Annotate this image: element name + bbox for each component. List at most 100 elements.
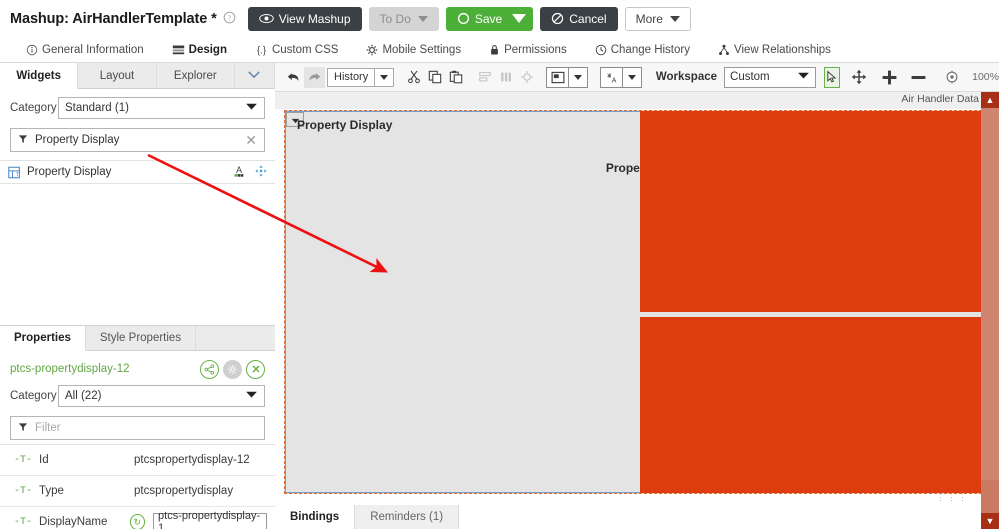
close-icon[interactable]: ✕ <box>245 132 257 149</box>
todo-button[interactable]: To Do <box>368 6 439 31</box>
filter-icon <box>18 422 28 435</box>
canvas-header-strip: Air Handler Data <box>275 92 989 109</box>
bottom-panel-tabs: Bindings Reminders (1) <box>275 505 981 529</box>
property-name: -T- Type <box>14 485 134 497</box>
tab-explorer[interactable]: Explorer <box>156 63 235 88</box>
widget-category-value: Standard (1) <box>65 102 129 114</box>
cancel-button[interactable]: Cancel <box>540 6 618 31</box>
tab-label: Widgets <box>16 69 61 82</box>
widget-name: Property Display <box>27 166 112 178</box>
property-display-widget[interactable]: Property Display Properties <box>284 110 987 494</box>
widget-category-select[interactable]: Standard (1) <box>58 97 265 119</box>
data-block-upper[interactable] <box>640 111 986 312</box>
save-button[interactable]: Save <box>445 6 534 31</box>
distribute-icon <box>495 67 516 88</box>
tab-bindings[interactable]: Bindings <box>275 505 356 529</box>
scrollbar-thumb[interactable] <box>981 108 999 480</box>
pan-move-icon[interactable] <box>848 67 869 88</box>
save-dropdown-chevron-icon[interactable] <box>512 14 527 23</box>
tab-change-history[interactable]: Change History <box>581 37 704 63</box>
tab-view-relationships[interactable]: View Relationships <box>704 37 845 63</box>
widget-search-input[interactable]: Property Display ✕ <box>10 128 265 152</box>
chevron-down-icon <box>797 71 810 83</box>
redo-icon[interactable] <box>304 66 325 88</box>
gear-icon[interactable] <box>223 359 242 379</box>
zoom-out-icon[interactable] <box>908 67 929 88</box>
save-circle-icon <box>457 12 470 25</box>
tab-label: Mobile Settings <box>382 44 462 56</box>
property-category-value: All (22) <box>65 390 102 402</box>
view-mashup-label: View Mashup <box>278 11 351 26</box>
layout-dropdown[interactable] <box>546 66 589 88</box>
property-category-row: Category All (22) <box>10 385 265 407</box>
left-panel-more-button[interactable] <box>234 63 275 88</box>
svg-text:T: T <box>16 172 20 178</box>
table-row[interactable]: -T- Id ptcspropertydisplay-12 <box>0 445 275 476</box>
canvas-vertical-scrollbar[interactable]: ▲ ▼ <box>981 92 999 529</box>
tab-permissions[interactable]: Permissions <box>475 37 581 63</box>
view-mashup-button[interactable]: View Mashup <box>247 6 362 31</box>
tab-reminders[interactable]: Reminders (1) <box>355 505 460 529</box>
help-circle-icon[interactable]: ? <box>223 11 236 27</box>
chevron-down-icon[interactable] <box>374 68 393 86</box>
braces-icon: {.} <box>255 44 268 56</box>
tab-widgets[interactable]: Widgets <box>0 63 79 89</box>
font-color-icon[interactable]: A <box>232 164 246 181</box>
move-icon[interactable] <box>255 164 267 180</box>
widget-title: Property Display <box>297 118 393 132</box>
properties-panel-tabs: Properties Style Properties <box>0 326 275 351</box>
properties-panel: Properties Style Properties ptcs-propert… <box>0 325 275 529</box>
close-icon[interactable] <box>246 359 265 379</box>
history-dropdown[interactable]: History <box>327 67 395 87</box>
filter-icon <box>18 134 28 147</box>
tab-design[interactable]: Design <box>158 37 241 65</box>
chevron-down-icon[interactable] <box>621 67 641 87</box>
refresh-icon[interactable]: ↻ <box>129 514 146 529</box>
svg-text:A: A <box>236 164 242 174</box>
tab-layout[interactable]: Layout <box>78 63 157 88</box>
property-name: -T- Id <box>14 454 134 466</box>
hierarchy-icon <box>718 44 730 56</box>
property-category-select[interactable]: All (22) <box>58 385 265 407</box>
table-row[interactable]: -T- DisplayName ↻ ptcs-propertydisplay-1 <box>0 507 275 529</box>
zoom-in-icon[interactable] <box>879 67 900 88</box>
chevron-down-icon[interactable] <box>568 67 587 87</box>
displayname-field[interactable]: ptcs-propertydisplay-1 <box>153 510 267 529</box>
zoom-level-label: 100% <box>972 71 999 83</box>
tab-label: Explorer <box>173 69 217 82</box>
tab-mobile-settings[interactable]: Mobile Settings <box>352 37 475 63</box>
data-block-lower[interactable] <box>640 317 986 493</box>
property-filter-input[interactable]: Filter <box>10 416 265 440</box>
undo-icon[interactable] <box>283 67 304 88</box>
list-item[interactable]: T Property Display A <box>0 161 275 184</box>
table-row[interactable]: -T- Type ptcspropertydisplay <box>0 476 275 507</box>
copy-icon[interactable] <box>425 67 446 88</box>
todo-label: To Do <box>379 11 411 26</box>
cursor-select-icon[interactable] <box>824 66 841 88</box>
more-button[interactable]: More <box>624 6 691 31</box>
localize-dropdown[interactable]: ажA <box>599 66 642 88</box>
chevron-down-icon[interactable]: ▼ <box>981 513 999 529</box>
widget-category-label: Category <box>10 102 57 114</box>
canvas-resize-grip[interactable]: ⋮⋮⋮ <box>936 492 969 503</box>
share-icon[interactable] <box>200 359 219 379</box>
tab-properties[interactable]: Properties <box>0 326 86 351</box>
gear-icon <box>366 44 378 56</box>
lock-icon <box>489 44 500 56</box>
page-title: Mashup: AirHandlerTemplate * <box>10 10 217 27</box>
paste-icon[interactable] <box>446 67 467 88</box>
app-header: Mashup: AirHandlerTemplate * ? View Mash… <box>0 0 999 37</box>
tab-custom-css[interactable]: {.} Custom CSS <box>241 37 352 63</box>
svg-text:A: A <box>612 77 617 84</box>
header-button-group: View Mashup To Do Save Cancel More <box>247 6 691 31</box>
property-value: ptcspropertydisplay-12 <box>134 454 250 466</box>
zoom-reset-icon[interactable] <box>941 67 962 88</box>
cancel-label: Cancel <box>569 11 607 26</box>
chevron-up-icon[interactable]: ▲ <box>981 92 999 108</box>
tab-general-information[interactable]: General Information <box>12 37 158 63</box>
tab-style-properties[interactable]: Style Properties <box>85 326 197 350</box>
cut-icon[interactable] <box>404 67 425 88</box>
design-canvas[interactable]: Air Handler Data Property Display Proper… <box>275 92 989 505</box>
tab-label: Style Properties <box>99 332 182 344</box>
workspace-select[interactable]: Custom <box>724 66 817 88</box>
